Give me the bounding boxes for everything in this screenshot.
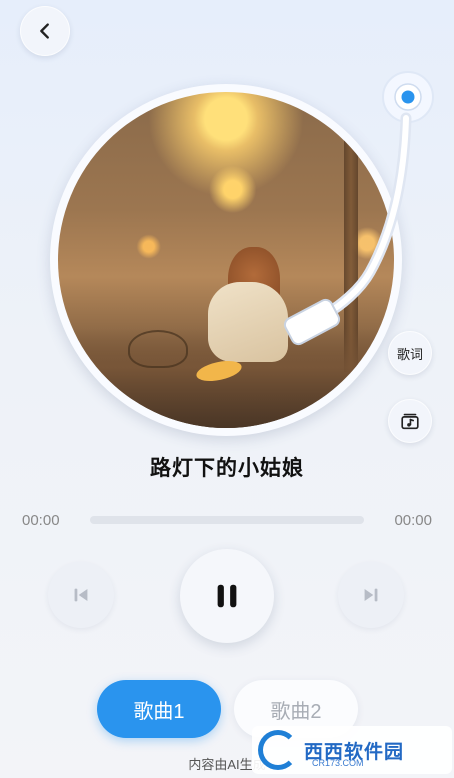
lyrics-label: 歌词	[396, 346, 423, 362]
current-time: 00:00	[22, 512, 60, 529]
music-playlist-icon	[401, 413, 419, 430]
progress-slider[interactable]	[90, 516, 364, 524]
play-pause-button[interactable]	[180, 549, 274, 643]
total-time: 00:00	[394, 512, 432, 529]
lyrics-button[interactable]: 歌词	[388, 331, 432, 375]
back-button[interactable]	[20, 6, 70, 56]
skip-previous-icon	[74, 588, 88, 602]
skip-next-icon	[364, 588, 378, 602]
pause-icon	[217, 584, 237, 608]
next-track-button[interactable]	[338, 562, 404, 628]
song-tab-1[interactable]: 歌曲1	[97, 680, 221, 738]
watermark: 西西软件园 CR173.COM	[252, 726, 452, 774]
playlist-button[interactable]	[388, 399, 432, 443]
song-title: 路灯下的小姑娘	[150, 457, 304, 480]
tonearm	[283, 71, 434, 346]
watermark-logo-icon	[258, 730, 298, 770]
chevron-left-icon	[40, 23, 49, 39]
watermark-subtitle: CR173.COM	[312, 758, 364, 768]
cover-basket	[128, 330, 188, 368]
previous-track-button[interactable]	[48, 562, 114, 628]
